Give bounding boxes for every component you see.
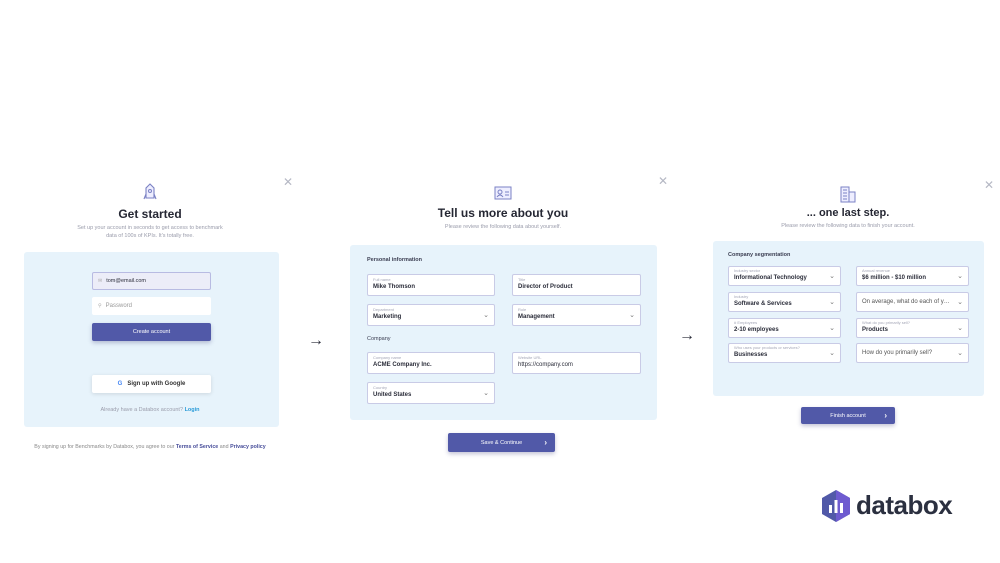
title-input[interactable]: Title Director of Product <box>512 274 641 296</box>
chevron-down-icon: ⌄ <box>483 312 489 319</box>
website-url-input[interactable]: Website URL https://company.com <box>512 352 641 374</box>
google-signup-button[interactable]: G Sign up with Google <box>92 375 211 393</box>
page-title: ... one last step. <box>806 207 890 219</box>
google-icon: G <box>117 381 123 387</box>
close-icon[interactable]: ✕ <box>658 175 668 187</box>
arrow-icon: → <box>679 327 695 344</box>
country-select[interactable]: Country United States ⌄ <box>367 382 495 404</box>
section-label: Company segmentation <box>728 252 791 258</box>
close-icon[interactable]: ✕ <box>283 176 293 188</box>
login-link[interactable]: Login <box>185 407 200 413</box>
sales-method-select[interactable]: How do you primarily sell? ⌄ <box>856 343 969 363</box>
chevron-right-icon: › <box>884 411 887 420</box>
page-title: Get started <box>118 207 182 221</box>
arrow-icon: → <box>308 332 324 349</box>
login-prompt: Already have a Databox account? Login <box>100 407 200 413</box>
databox-logo-text: databox <box>856 490 953 520</box>
save-continue-button[interactable]: Save & Continue › <box>448 433 555 452</box>
section-label: Company <box>367 336 391 342</box>
industry-select[interactable]: Industry Software & Services ⌄ <box>728 292 841 312</box>
section-label: Personal information <box>367 257 423 263</box>
finish-account-button[interactable]: Finish account › <box>801 407 895 424</box>
chevron-down-icon: ⌄ <box>957 325 963 332</box>
company-name-input[interactable]: Company name ACME Company Inc. <box>367 352 495 374</box>
subtitle: Please review the following data to fini… <box>781 223 915 229</box>
chevron-down-icon: ⌄ <box>629 312 635 319</box>
password-input[interactable]: ⚲ Password <box>92 297 211 315</box>
building-icon <box>840 186 856 203</box>
email-input[interactable]: ✉ tom@email.com <box>92 272 211 290</box>
annual-revenue-select[interactable]: Annual revenue $6 million - $10 million ⌄ <box>856 266 969 286</box>
product-users-select[interactable]: Who uses your products or services? Busin… <box>728 343 841 363</box>
id-card-icon <box>494 186 512 200</box>
chevron-down-icon: ⌄ <box>829 299 835 306</box>
subtitle: Please review the following data about y… <box>444 224 562 230</box>
chevron-down-icon: ⌄ <box>957 273 963 280</box>
chevron-down-icon: ⌄ <box>829 325 835 332</box>
key-icon: ⚲ <box>98 303 102 309</box>
rocket-icon <box>143 183 157 200</box>
chevron-down-icon: ⌄ <box>957 299 963 306</box>
chevron-right-icon: › <box>544 438 547 447</box>
create-account-button[interactable]: Create account <box>92 323 211 341</box>
chevron-down-icon: ⌄ <box>829 273 835 280</box>
full-name-input[interactable]: Full name Mike Thomson <box>367 274 495 296</box>
department-select[interactable]: Department Marketing ⌄ <box>367 304 495 326</box>
page-title: Tell us more about you <box>437 206 569 220</box>
close-icon[interactable]: ✕ <box>984 179 994 191</box>
employees-select[interactable]: # Employees 2-10 employees ⌄ <box>728 318 841 338</box>
chevron-down-icon: ⌄ <box>829 350 835 357</box>
industry-sector-select[interactable]: Industry sector Informational Technology ⌄ <box>728 266 841 286</box>
terms-link[interactable]: Terms of Service <box>176 444 218 450</box>
role-select[interactable]: Role Management ⌄ <box>512 304 641 326</box>
primarily-sell-select[interactable]: What do you primarily sell? Products ⌄ <box>856 318 969 338</box>
subtitle: Set up your account in seconds to get ac… <box>77 225 223 239</box>
customer-pay-select[interactable]: On average, what do each of your custome… <box>856 292 969 312</box>
mail-icon: ✉ <box>98 278 103 284</box>
chevron-down-icon: ⌄ <box>957 350 963 357</box>
terms-footer: By signing up for Benchmarks by Databox,… <box>34 444 266 450</box>
databox-logo-icon <box>822 490 850 522</box>
privacy-link[interactable]: Privacy policy <box>230 444 266 450</box>
chevron-down-icon: ⌄ <box>483 390 489 397</box>
